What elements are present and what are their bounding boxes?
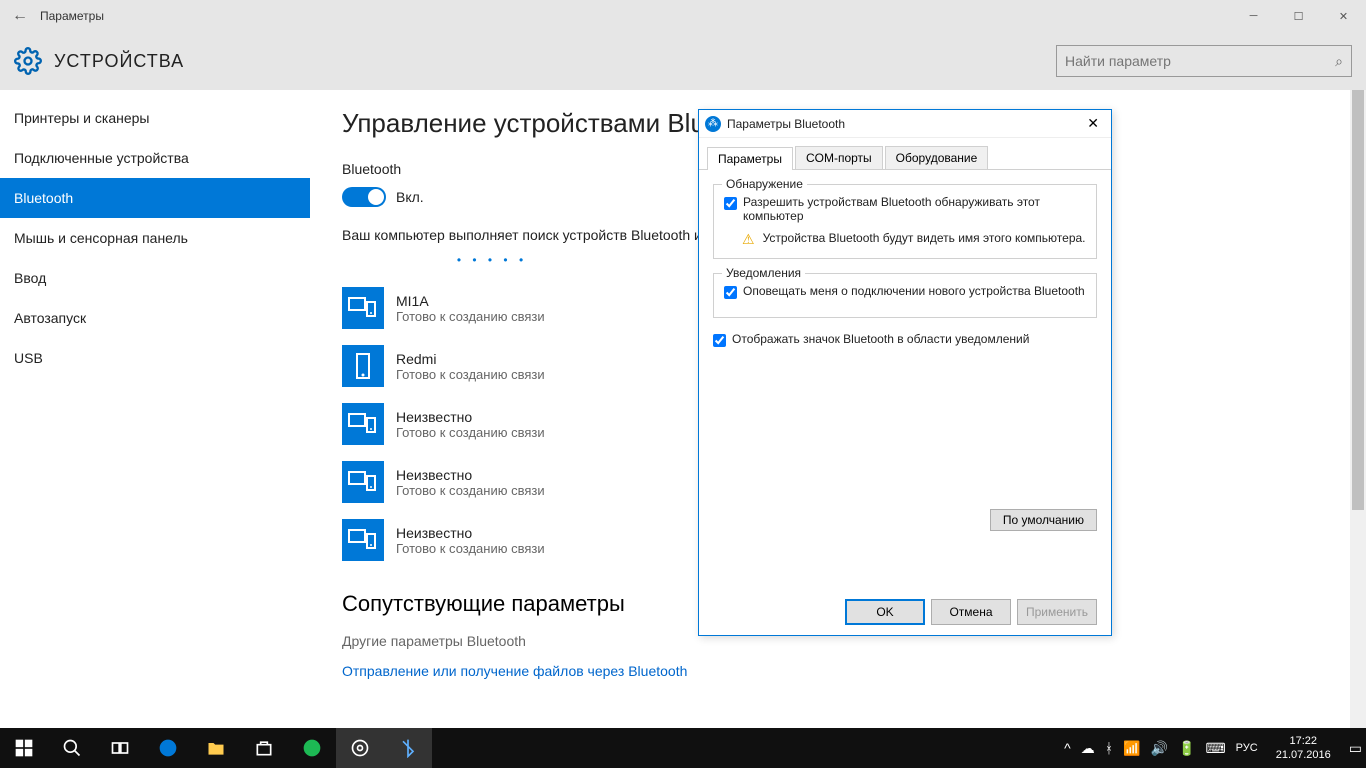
discovery-legend: Обнаружение <box>722 177 807 191</box>
allow-discovery-label: Разрешить устройствам Bluetooth обнаружи… <box>743 195 1086 223</box>
device-icon <box>342 403 384 445</box>
allow-discovery-checkbox[interactable] <box>724 197 737 210</box>
device-name: MI1A <box>396 293 545 309</box>
device-status: Готово к созданию связи <box>396 309 545 324</box>
device-name: Неизвестно <box>396 467 545 483</box>
titlebar: ← Параметры ─ ☐ ✕ <box>0 0 1366 32</box>
device-status: Готово к созданию связи <box>396 367 545 382</box>
discovery-group: Обнаружение Разрешить устройствам Blueto… <box>713 184 1097 259</box>
spotify-button[interactable] <box>288 728 336 768</box>
notifications-legend: Уведомления <box>722 266 805 280</box>
scrollbar[interactable] <box>1350 90 1366 728</box>
close-button[interactable]: ✕ <box>1321 0 1366 32</box>
action-center-icon[interactable]: ▭ <box>1349 740 1362 757</box>
tray-bluetooth-icon[interactable]: ᚼ <box>1105 740 1113 756</box>
device-status: Готово к созданию связи <box>396 425 545 440</box>
settings-window: ← Параметры ─ ☐ ✕ УСТРОЙСТВА ⌕ Принтеры … <box>0 0 1366 728</box>
tray-onedrive-icon[interactable]: ☁ <box>1081 740 1095 757</box>
language-indicator[interactable]: РУС <box>1236 742 1258 754</box>
dialog-close-button[interactable]: ✕ <box>1081 115 1105 132</box>
tray-icon-label: Отображать значок Bluetooth в области ув… <box>732 332 1029 346</box>
device-name: Redmi <box>396 351 545 367</box>
gear-icon <box>14 47 42 75</box>
tray-icon-checkbox[interactable] <box>713 334 726 347</box>
clock[interactable]: 17:22 21.07.2016 <box>1268 734 1339 763</box>
tab-hardware[interactable]: Оборудование <box>885 146 989 169</box>
toggle-state: Вкл. <box>396 189 424 205</box>
discovery-warning: ⚠ Устройства Bluetooth будут видеть имя … <box>742 231 1086 248</box>
tray-keyboard-icon[interactable]: ⌨ <box>1205 740 1225 757</box>
tab-parameters[interactable]: Параметры <box>707 147 793 170</box>
device-name: Неизвестно <box>396 525 545 541</box>
search-input[interactable] <box>1065 53 1335 69</box>
device-icon <box>342 461 384 503</box>
sidebar-item-autoplay[interactable]: Автозапуск <box>0 298 310 338</box>
device-icon <box>342 345 384 387</box>
dialog-title: Параметры Bluetooth <box>727 117 845 131</box>
scrollbar-thumb[interactable] <box>1352 90 1364 510</box>
searching-indicator: • • • • • <box>342 253 642 267</box>
bluetooth-icon: ⁂ <box>705 116 721 132</box>
cancel-button[interactable]: Отмена <box>931 599 1011 625</box>
clock-time: 17:22 <box>1276 734 1331 748</box>
maximize-button[interactable]: ☐ <box>1276 0 1321 32</box>
tray-battery-icon[interactable]: 🔋 <box>1178 740 1195 757</box>
warning-text: Устройства Bluetooth будут видеть имя эт… <box>763 231 1086 245</box>
sidebar-item-connected[interactable]: Подключенные устройства <box>0 138 310 178</box>
tray-icon-row[interactable]: Отображать значок Bluetooth в области ув… <box>713 332 1097 347</box>
window-title: Параметры <box>40 9 104 23</box>
ok-button[interactable]: OK <box>845 599 925 625</box>
sidebar-item-usb[interactable]: USB <box>0 338 310 378</box>
bluetooth-toggle[interactable] <box>342 187 386 207</box>
search-box[interactable]: ⌕ <box>1056 45 1352 77</box>
minimize-button[interactable]: ─ <box>1231 0 1276 32</box>
taskbar: ^ ☁ ᚼ 📶 🔊 🔋 ⌨ РУС 17:22 21.07.2016 ▭ <box>0 728 1366 768</box>
bluetooth-taskbar-button[interactable] <box>384 728 432 768</box>
notify-checkbox[interactable] <box>724 286 737 299</box>
sidebar-item-typing[interactable]: Ввод <box>0 258 310 298</box>
edge-button[interactable] <box>144 728 192 768</box>
dialog-tabs: Параметры COM-порты Оборудование <box>699 138 1111 170</box>
device-status: Готово к созданию связи <box>396 541 545 556</box>
notifications-group: Уведомления Оповещать меня о подключении… <box>713 273 1097 318</box>
page-title: УСТРОЙСТВА <box>54 51 184 72</box>
defaults-button[interactable]: По умолчанию <box>990 509 1097 531</box>
start-button[interactable] <box>0 728 48 768</box>
search-button[interactable] <box>48 728 96 768</box>
tab-com-ports[interactable]: COM-порты <box>795 146 883 169</box>
bluetooth-settings-dialog: ⁂ Параметры Bluetooth ✕ Параметры COM-по… <box>698 109 1112 636</box>
dialog-titlebar: ⁂ Параметры Bluetooth ✕ <box>699 110 1111 138</box>
tray-network-icon[interactable]: 📶 <box>1123 740 1140 757</box>
device-name: Неизвестно <box>396 409 545 425</box>
notify-row[interactable]: Оповещать меня о подключении нового устр… <box>724 284 1086 299</box>
sidebar-item-printers[interactable]: Принтеры и сканеры <box>0 98 310 138</box>
warning-icon: ⚠ <box>742 231 755 248</box>
allow-discovery-row[interactable]: Разрешить устройствам Bluetooth обнаружи… <box>724 195 1086 223</box>
system-tray: ^ ☁ ᚼ 📶 🔊 🔋 ⌨ РУС 17:22 21.07.2016 ▭ <box>1064 734 1366 763</box>
clock-date: 21.07.2016 <box>1276 748 1331 762</box>
search-icon: ⌕ <box>1335 53 1343 70</box>
task-view-button[interactable] <box>96 728 144 768</box>
related-link-send[interactable]: Отправление или получение файлов через B… <box>342 663 1334 679</box>
device-status: Готово к созданию связи <box>396 483 545 498</box>
header: УСТРОЙСТВА ⌕ <box>0 32 1366 90</box>
sidebar-item-bluetooth[interactable]: Bluetooth <box>0 178 310 218</box>
sidebar: Принтеры и сканеры Подключенные устройст… <box>0 90 310 728</box>
back-button[interactable]: ← <box>0 7 40 25</box>
explorer-button[interactable] <box>192 728 240 768</box>
tray-volume-icon[interactable]: 🔊 <box>1151 740 1168 757</box>
device-icon <box>342 287 384 329</box>
store-button[interactable] <box>240 728 288 768</box>
apply-button[interactable]: Применить <box>1017 599 1097 625</box>
notify-label: Оповещать меня о подключении нового устр… <box>743 284 1085 298</box>
tray-chevron-icon[interactable]: ^ <box>1064 740 1071 756</box>
device-icon <box>342 519 384 561</box>
settings-taskbar-button[interactable] <box>336 728 384 768</box>
sidebar-item-mouse[interactable]: Мышь и сенсорная панель <box>0 218 310 258</box>
